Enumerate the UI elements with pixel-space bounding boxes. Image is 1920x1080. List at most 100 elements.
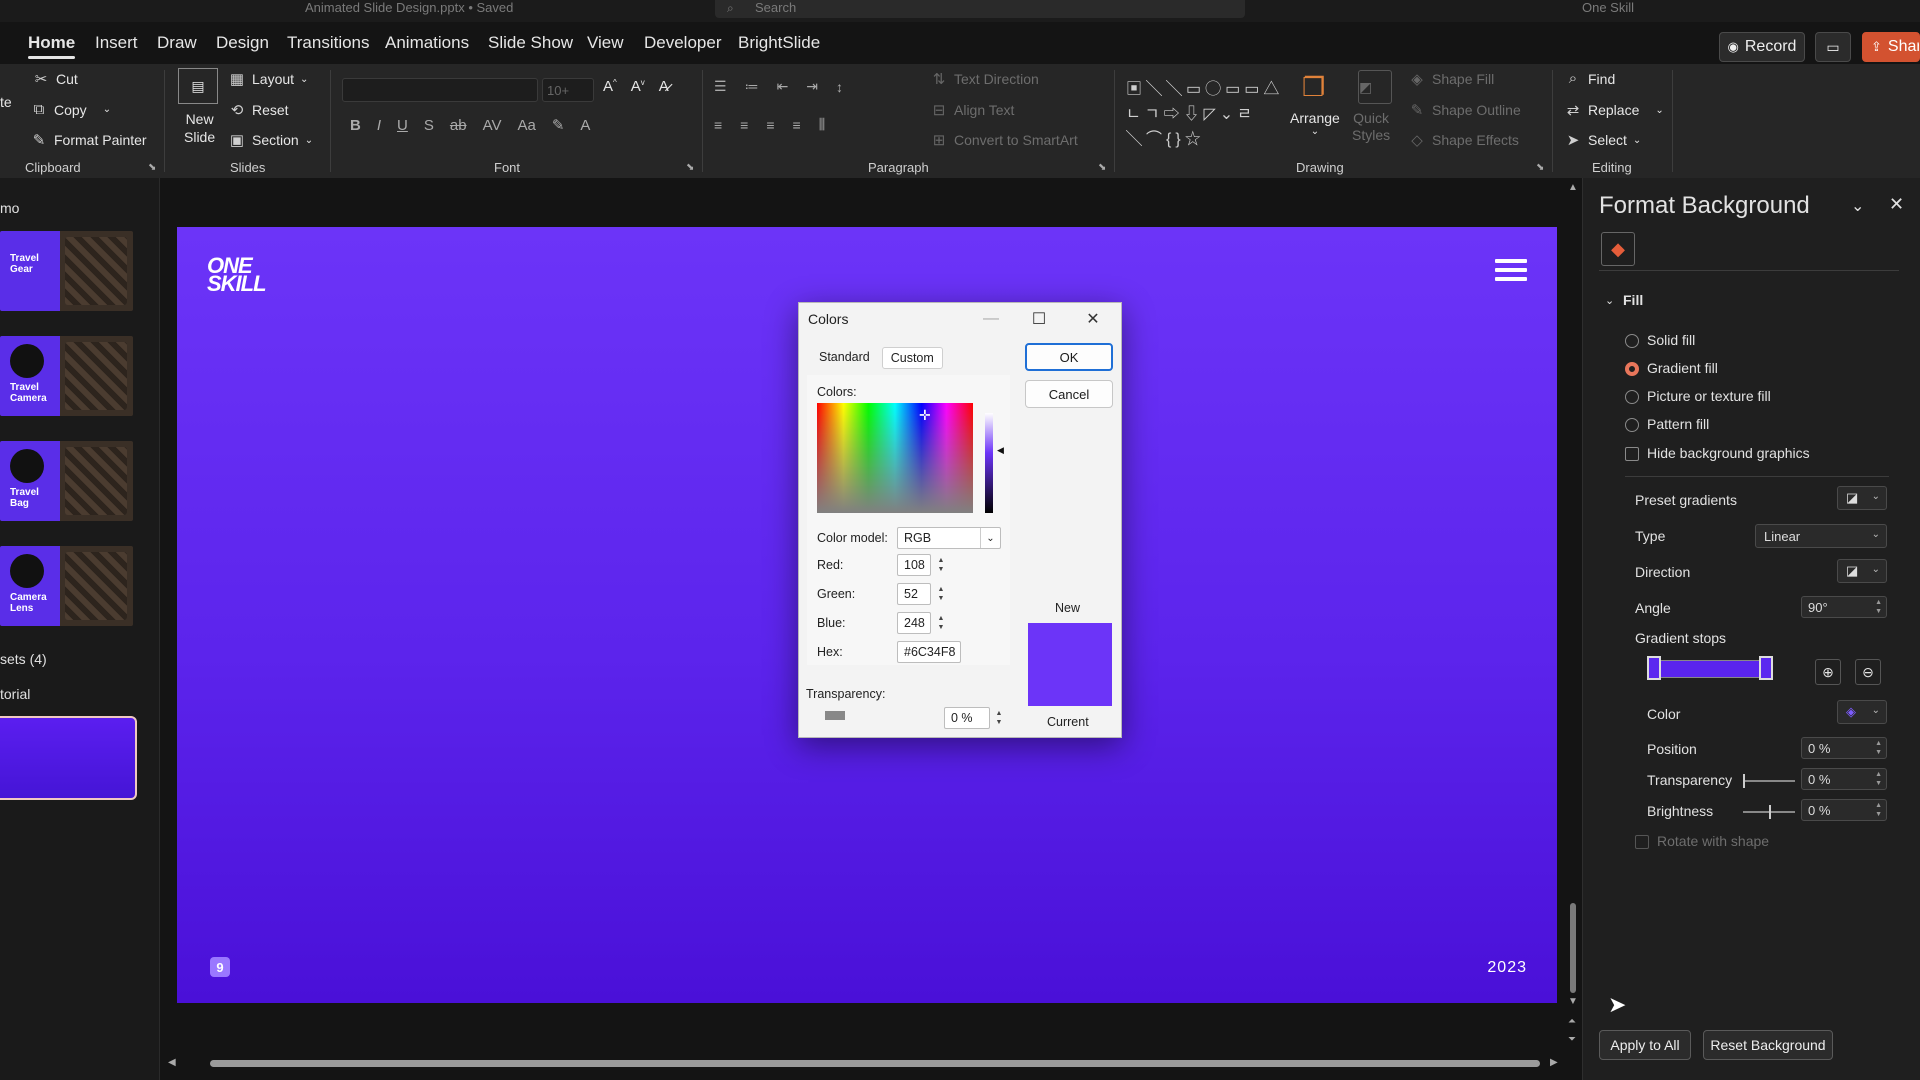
position-input[interactable]: 0 % ▲ ▼ [1801, 737, 1887, 759]
ok-button[interactable]: OK [1025, 343, 1113, 371]
paste-button[interactable]: te [0, 94, 12, 110]
slide-thumbnail[interactable]: Travel Gear [0, 231, 133, 311]
luminance-arrow-icon[interactable]: ◀ [997, 445, 1004, 456]
tab-home[interactable]: Home [28, 33, 76, 59]
scrollbar-thumb[interactable] [210, 1060, 1540, 1067]
section-header-tutorial[interactable]: torial [0, 686, 30, 702]
underline-icon[interactable]: U [397, 117, 408, 134]
transparency-spinner[interactable]: ▲ ▼ [991, 707, 1007, 729]
italic-icon[interactable]: I [377, 117, 381, 134]
pattern-fill-radio[interactable] [1625, 418, 1639, 432]
shadow-icon[interactable]: S [424, 117, 434, 134]
close-icon[interactable]: ✕ [1889, 194, 1904, 215]
font-size-select[interactable]: 10+ [542, 78, 594, 102]
slide-thumbnail[interactable]: Camera Lens [0, 546, 133, 626]
section-header-demo[interactable]: mo [0, 200, 19, 216]
layout-button[interactable]: ▦ Layout ⌄ [228, 70, 309, 88]
cancel-button[interactable]: Cancel [1025, 380, 1113, 408]
dialog-launcher-icon[interactable]: ⬊ [686, 162, 694, 173]
red-spinner[interactable]: ▲ ▼ [933, 554, 949, 576]
transparency-input[interactable]: 0 % ▲ ▼ [1801, 768, 1887, 790]
find-button[interactable]: ⌕ Find [1564, 70, 1615, 87]
reset-background-button[interactable]: Reset Background [1703, 1030, 1833, 1060]
color-picker-crosshair-icon[interactable]: ✛ [919, 407, 931, 424]
tab-insert[interactable]: Insert [95, 33, 138, 53]
tab-developer[interactable]: Developer [644, 33, 722, 53]
transparency-slider[interactable] [825, 711, 845, 720]
align-text-button[interactable]: ⊟ Align Text [930, 101, 1015, 119]
arrange-icon[interactable]: ❐ [1302, 70, 1336, 104]
tab-custom[interactable]: Custom [881, 347, 943, 369]
apply-to-all-button[interactable]: Apply to All [1599, 1030, 1691, 1060]
tab-animations[interactable]: Animations [385, 33, 469, 53]
dialog-launcher-icon[interactable]: ⬊ [1098, 162, 1106, 173]
copy-button[interactable]: ⧉ Copy ⌄ [30, 101, 111, 118]
add-gradient-stop-icon[interactable]: ⊕ [1815, 659, 1841, 685]
dialog-launcher-icon[interactable]: ⬊ [1536, 162, 1544, 173]
angle-input[interactable]: 90° ▲ ▼ [1801, 596, 1887, 618]
gradient-fill-radio[interactable] [1625, 362, 1639, 376]
cut-button[interactable]: ✂ Cut [32, 70, 78, 88]
decrease-indent-icon[interactable]: ⇤ [777, 78, 789, 95]
green-spinner[interactable]: ▲ ▼ [933, 583, 949, 605]
hex-input[interactable]: #6C34F8 [897, 641, 961, 663]
blue-spinner[interactable]: ▲ ▼ [933, 612, 949, 634]
replace-button[interactable]: ⇄ Replace ⌄ [1564, 101, 1664, 119]
dialog-launcher-icon[interactable]: ⬊ [148, 162, 156, 173]
strikethrough-icon[interactable]: ab [450, 117, 467, 134]
justify-icon[interactable]: ≡ [793, 117, 801, 133]
picture-fill-radio[interactable] [1625, 390, 1639, 404]
transparency-slider[interactable] [1743, 774, 1795, 788]
transparency-input[interactable]: 0 % [944, 707, 990, 729]
type-dropdown[interactable]: Linear ⌄ [1755, 524, 1887, 548]
direction-dropdown[interactable]: ◪ ⌄ [1837, 559, 1887, 583]
minimize-icon[interactable]: — [969, 305, 1013, 333]
shrink-font-icon[interactable]: Av [631, 78, 645, 95]
increase-indent-icon[interactable]: ⇥ [806, 78, 818, 95]
align-right-icon[interactable]: ≡ [766, 117, 774, 133]
highlight-icon[interactable]: ✎ [552, 116, 565, 134]
record-button[interactable]: ◉ Record [1719, 32, 1805, 62]
slide-thumbnail-selected[interactable] [0, 716, 137, 800]
select-button[interactable]: ➤ Select ⌄ [1564, 131, 1642, 149]
font-family-select[interactable] [342, 78, 538, 102]
tab-draw[interactable]: Draw [157, 33, 197, 53]
change-case-icon[interactable]: Aa [517, 117, 535, 134]
char-spacing-icon[interactable]: AV [483, 117, 502, 134]
blue-input[interactable]: 248 [897, 612, 931, 634]
brightness-input[interactable]: 0 % ▲ ▼ [1801, 799, 1887, 821]
rotate-with-shape-checkbox[interactable] [1635, 835, 1649, 849]
align-center-icon[interactable]: ≡ [740, 117, 748, 133]
bullets-icon[interactable]: ☰ [714, 78, 727, 95]
share-button[interactable]: ⇪ Share [1862, 32, 1920, 62]
scrollbar-thumb[interactable] [1570, 903, 1576, 993]
scroll-right-icon[interactable]: ▶ [1550, 1057, 1558, 1068]
user-name[interactable]: One Skill [1582, 0, 1634, 15]
red-input[interactable]: 108 [897, 554, 931, 576]
new-slide-icon[interactable]: ▤ [178, 68, 218, 104]
horizontal-scrollbar[interactable]: ◀ ▶ [168, 1056, 1558, 1070]
bold-icon[interactable]: B [350, 117, 361, 134]
search-box[interactable]: ⌕ Search [715, 0, 1245, 18]
comments-button[interactable]: ▭ [1815, 32, 1851, 62]
scroll-up-icon[interactable]: ▲ [1568, 182, 1578, 193]
gradient-stop-handle[interactable] [1759, 656, 1773, 680]
green-input[interactable]: 52 [897, 583, 931, 605]
scroll-down-icon[interactable]: ▼ [1568, 996, 1578, 1007]
numbering-icon[interactable]: ≔ [745, 78, 759, 95]
reset-button[interactable]: ⟲ Reset [228, 101, 289, 119]
shape-outline-button[interactable]: ✎ Shape Outline [1408, 101, 1521, 119]
color-spectrum[interactable] [817, 403, 973, 513]
hide-graphics-checkbox[interactable] [1625, 447, 1639, 461]
color-model-select[interactable]: RGB ⌄ [897, 527, 1001, 549]
pattern-fill-label[interactable]: Pattern fill [1647, 416, 1709, 432]
slide-thumbnail[interactable]: Travel Bag [0, 441, 133, 521]
convert-smartart-button[interactable]: ⊞ Convert to SmartArt [930, 131, 1078, 149]
remove-gradient-stop-icon[interactable]: ⊖ [1855, 659, 1881, 685]
gradient-fill-label[interactable]: Gradient fill [1647, 360, 1718, 376]
chevron-down-icon[interactable]: ⌄ [1605, 294, 1614, 307]
tab-brightslide[interactable]: BrightSlide [738, 33, 820, 53]
stop-color-dropdown[interactable]: ◈ ⌄ [1837, 700, 1887, 724]
tab-slide-show[interactable]: Slide Show [488, 33, 573, 53]
picture-fill-label[interactable]: Picture or texture fill [1647, 388, 1771, 404]
